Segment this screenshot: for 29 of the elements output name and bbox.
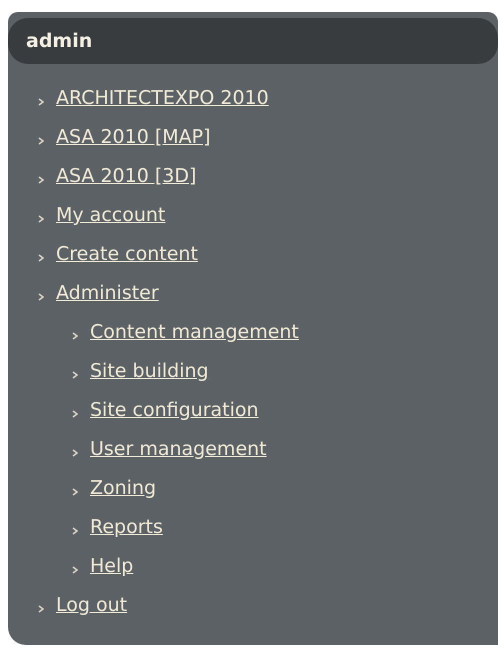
bullet-icon — [72, 566, 78, 574]
bullet-icon — [38, 254, 44, 262]
bullet-icon — [38, 604, 44, 612]
menu-link[interactable]: Help — [90, 554, 134, 579]
menu-link[interactable]: Site building — [90, 359, 209, 384]
bullet-icon — [38, 136, 44, 144]
menu-link[interactable]: Reports — [90, 515, 163, 540]
bullet-icon — [72, 488, 78, 496]
menu-link[interactable]: ARCHITECTEXPO 2010 — [56, 86, 269, 111]
bullet-icon — [38, 214, 44, 222]
bullet-icon — [72, 370, 78, 378]
bullet-icon — [38, 292, 44, 300]
bullet-icon — [38, 176, 44, 184]
menu-link[interactable]: Zoning — [90, 476, 156, 501]
menu-link[interactable]: Log out — [56, 593, 128, 618]
bullet-icon — [72, 448, 78, 456]
menu-link[interactable]: Site configuration — [90, 398, 259, 423]
menu-link[interactable]: User management — [90, 437, 267, 462]
bullet-icon — [72, 410, 78, 418]
menu-link[interactable]: ASA 2010 [3D] — [56, 164, 196, 189]
menu-link[interactable]: Create content — [56, 242, 198, 267]
menu-link[interactable]: Content management — [90, 320, 299, 345]
bullet-icon — [72, 332, 78, 340]
menu-link[interactable]: My account — [56, 203, 166, 228]
block-title: admin — [8, 18, 498, 64]
menu-link[interactable]: Administer — [56, 281, 159, 306]
bullet-icon — [72, 526, 78, 534]
menu-link[interactable]: ASA 2010 [MAP] — [56, 125, 211, 150]
bullet-icon — [38, 98, 44, 106]
